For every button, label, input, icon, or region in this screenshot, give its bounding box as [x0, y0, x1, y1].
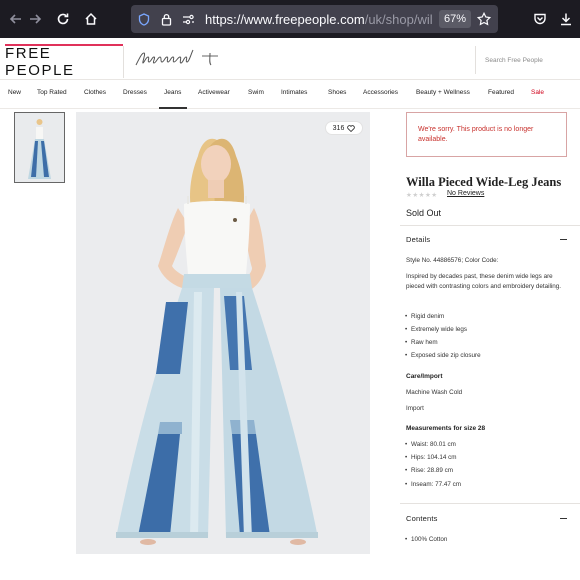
feature-bullet: Extremely wide legs — [405, 326, 467, 333]
nav-item-activewear[interactable]: Activewear — [198, 89, 230, 96]
measurement-item: Inseam: 77.47 cm — [405, 481, 461, 488]
nav-item-swim[interactable]: Swim — [248, 89, 264, 96]
fp-movement-logo[interactable] — [132, 47, 230, 73]
nav-item-featured[interactable]: Featured — [488, 89, 514, 96]
download-icon[interactable] — [556, 8, 576, 30]
nav-item-jeans[interactable]: Jeans — [164, 89, 181, 96]
nav-item-accessories[interactable]: Accessories — [363, 89, 398, 96]
logo-divider — [123, 46, 124, 78]
nav-active-indicator — [159, 107, 187, 109]
feature-bullet: Exposed side zip closure — [405, 352, 481, 359]
product-description: Inspired by decades past, these denim wi… — [406, 273, 562, 291]
measurement-item: Waist: 80.01 cm — [405, 441, 456, 448]
feature-bullet: Raw hem — [405, 339, 438, 346]
pocket-icon[interactable] — [530, 8, 550, 30]
contents-item: 100% Cotton — [405, 536, 447, 543]
product-thumbnail[interactable] — [14, 112, 65, 183]
nav-item-intimates[interactable]: Intimates — [281, 89, 307, 96]
search-input[interactable]: Search Free People — [475, 46, 580, 74]
tracking-shield-icon[interactable] — [135, 10, 153, 28]
permissions-icon[interactable] — [179, 10, 197, 28]
nav-item-sale[interactable]: Sale — [531, 89, 544, 96]
measurement-item: Rise: 28.89 cm — [405, 467, 453, 474]
lock-icon[interactable] — [157, 10, 175, 28]
zoom-level-badge[interactable]: 67% — [439, 10, 472, 28]
rating-stars-icon: ★★★★★ — [406, 192, 438, 199]
unavailable-notice: We're sorry. This product is no longer a… — [406, 112, 567, 157]
bookmark-star-icon[interactable] — [474, 10, 494, 28]
measurements-heading: Measurements for size 28 — [406, 425, 486, 432]
style-number: Style No. 44886576; Color Code: — [406, 257, 499, 264]
url-text[interactable]: https://www.freepeople.com/uk/shop/willa… — [205, 12, 433, 27]
nav-item-dresses[interactable]: Dresses — [123, 89, 147, 96]
nav-item-clothes[interactable]: Clothes — [84, 89, 106, 96]
url-host: https://www.freepeople.com — [205, 11, 365, 27]
reviews-link[interactable]: No Reviews — [447, 190, 484, 197]
details-heading[interactable]: Details — [406, 235, 430, 244]
home-icon[interactable] — [80, 8, 102, 30]
divider — [400, 225, 580, 226]
nav-item-beauty-wellness[interactable]: Beauty + Wellness — [416, 89, 470, 96]
divider — [400, 503, 580, 504]
forward-arrow-icon[interactable] — [24, 8, 46, 30]
details-collapse-icon[interactable] — [560, 239, 567, 240]
care-instruction: Machine Wash Cold — [406, 389, 463, 396]
product-main-image[interactable] — [76, 112, 370, 554]
nav-item-new[interactable]: New — [8, 89, 21, 96]
url-path: /uk/shop/willa-p — [364, 11, 433, 27]
favorite-pill[interactable]: 316 — [325, 121, 363, 135]
product-title: Willa Pieced Wide-Leg Jeans — [406, 175, 562, 189]
heart-icon — [347, 124, 356, 132]
import-info: Import — [406, 405, 424, 412]
free-people-logo[interactable]: FREE PEOPLE — [5, 45, 123, 79]
nav-item-shoes[interactable]: Shoes — [328, 89, 346, 96]
feature-bullet: Rigid denim — [405, 313, 444, 320]
favorite-count: 316 — [332, 124, 345, 132]
nav-item-top-rated[interactable]: Top Rated — [37, 89, 67, 96]
care-heading: Care/Import — [406, 373, 443, 380]
measurement-item: Hips: 104.14 cm — [405, 454, 456, 461]
reload-icon[interactable] — [52, 8, 74, 30]
contents-heading[interactable]: Contents — [406, 514, 438, 523]
contents-collapse-icon[interactable] — [560, 518, 567, 519]
stock-status: Sold Out — [406, 208, 442, 218]
